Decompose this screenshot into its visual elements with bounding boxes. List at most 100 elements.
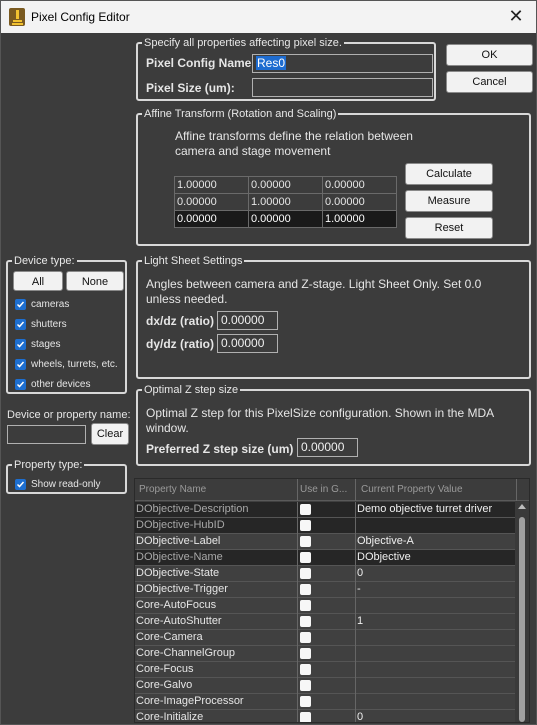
- device-type-legend: Device type:: [12, 254, 77, 268]
- matrix-cell[interactable]: 0.00000: [322, 193, 397, 211]
- wheels-turrets-checkbox[interactable]: [15, 359, 26, 370]
- other-devices-checkbox[interactable]: [15, 379, 26, 390]
- show-readonly-checkbox[interactable]: [15, 479, 26, 490]
- matrix-cell[interactable]: 1.00000: [248, 193, 323, 211]
- use-in-group-checkbox[interactable]: [300, 648, 311, 659]
- scrollbar-thumb[interactable]: [519, 517, 525, 722]
- property-table-scrollbar[interactable]: [515, 501, 529, 722]
- z-step-legend: Optimal Z step size: [142, 383, 241, 397]
- table-row[interactable]: Core-Focus: [135, 662, 517, 678]
- table-row[interactable]: DObjective-State 0: [135, 566, 517, 582]
- use-in-group-checkbox[interactable]: [300, 680, 311, 691]
- dydz-label: dy/dz (ratio): [146, 337, 214, 351]
- pixel-config-name-label: Pixel Config Name:: [146, 56, 256, 70]
- preferred-z-step-label: Preferred Z step size (um): [146, 442, 294, 456]
- filter-field[interactable]: [7, 425, 86, 444]
- matrix-cell[interactable]: 0.00000: [248, 176, 323, 194]
- use-in-group-checkbox[interactable]: [300, 616, 311, 627]
- table-row[interactable]: DObjective-Description Demo objective tur…: [135, 502, 517, 518]
- use-in-group-checkbox[interactable]: [300, 584, 311, 595]
- close-icon[interactable]: ✕: [506, 6, 526, 26]
- property-table[interactable]: Property Name Use in G... Current Proper…: [134, 478, 530, 723]
- use-in-group-checkbox[interactable]: [300, 552, 311, 563]
- affine-legend: Affine Transform (Rotation and Scaling): [142, 107, 339, 121]
- window-title: Pixel Config Editor: [31, 10, 130, 24]
- use-in-group-checkbox[interactable]: [300, 632, 311, 643]
- property-table-header: Property Name Use in G... Current Proper…: [135, 479, 529, 501]
- light-sheet-description-line1: Angles between camera and Z-stage. Light…: [146, 277, 482, 291]
- ok-button[interactable]: OK: [446, 44, 533, 66]
- stages-checkbox[interactable]: [15, 339, 26, 350]
- matrix-cell[interactable]: 0.00000: [322, 176, 397, 194]
- use-in-group-checkbox[interactable]: [300, 568, 311, 579]
- matrix-cell[interactable]: 0.00000: [248, 210, 323, 228]
- microscope-icon: [9, 8, 25, 26]
- property-type-legend: Property type:: [12, 458, 85, 472]
- affine-matrix-table[interactable]: 1.00000 0.00000 0.00000 0.00000 1.00000 …: [174, 176, 397, 228]
- pixel-size-group: Specify all properties affecting pixel s…: [136, 36, 436, 101]
- z-step-description-line1: Optimal Z step for this PixelSize config…: [146, 406, 495, 420]
- pixel-config-editor-window: Pixel Config Editor ✕ Specify all proper…: [0, 0, 537, 725]
- dxdz-field[interactable]: 0.00000: [217, 311, 278, 330]
- z-step-group: Optimal Z step size Optimal Z step for t…: [136, 383, 531, 466]
- table-row[interactable]: Core-Camera: [135, 630, 517, 646]
- shutters-checkbox[interactable]: [15, 319, 26, 330]
- affine-transform-group: Affine Transform (Rotation and Scaling) …: [136, 107, 531, 246]
- clear-filter-button[interactable]: Clear: [91, 423, 129, 445]
- matrix-cell[interactable]: 1.00000: [174, 176, 249, 194]
- use-in-group-checkbox[interactable]: [300, 600, 311, 611]
- column-header-current-value[interactable]: Current Property Value: [361, 484, 511, 495]
- cameras-checkbox[interactable]: [15, 299, 26, 310]
- table-row[interactable]: Core-ImageProcessor: [135, 694, 517, 710]
- use-in-group-checkbox[interactable]: [300, 664, 311, 675]
- property-type-group: Property type: Show read-only: [6, 458, 127, 494]
- pixel-size-field[interactable]: [252, 78, 433, 97]
- device-type-group: Device type: All None cameras shutters s…: [6, 254, 127, 394]
- use-in-group-checkbox[interactable]: [300, 504, 311, 515]
- no-devices-button[interactable]: None: [66, 271, 124, 291]
- use-in-group-checkbox[interactable]: [300, 520, 311, 531]
- wheels-turrets-label: wheels, turrets, etc.: [31, 359, 118, 370]
- dialog-content: Specify all properties affecting pixel s…: [1, 33, 536, 724]
- use-in-group-checkbox[interactable]: [300, 536, 311, 547]
- table-row[interactable]: Core-ChannelGroup: [135, 646, 517, 662]
- shutters-label: shutters: [31, 319, 67, 330]
- table-row[interactable]: Core-AutoShutter 1: [135, 614, 517, 630]
- table-row[interactable]: DObjective-Name DObjective: [135, 550, 517, 566]
- cancel-button[interactable]: Cancel: [446, 71, 533, 93]
- pixel-config-name-field[interactable]: Res0: [252, 54, 433, 73]
- table-row[interactable]: DObjective-HubID: [135, 518, 517, 534]
- table-row[interactable]: Core-Initialize 0: [135, 710, 517, 722]
- all-devices-button[interactable]: All: [13, 271, 63, 291]
- stages-label: stages: [31, 339, 61, 350]
- scroll-up-icon[interactable]: [518, 504, 526, 509]
- light-sheet-group: Light Sheet Settings Angles between came…: [136, 254, 531, 379]
- light-sheet-description-line2: unless needed.: [146, 292, 228, 306]
- calculate-button[interactable]: Calculate: [405, 163, 493, 185]
- use-in-group-checkbox[interactable]: [300, 696, 311, 707]
- matrix-cell[interactable]: 0.00000: [174, 210, 249, 228]
- table-row[interactable]: DObjective-Label Objective-A: [135, 534, 517, 550]
- table-row[interactable]: Core-AutoFocus: [135, 598, 517, 614]
- dxdz-label: dx/dz (ratio): [146, 314, 214, 328]
- matrix-cell[interactable]: 1.00000: [322, 210, 397, 228]
- z-step-description-line2: window.: [146, 421, 189, 435]
- use-in-group-checkbox[interactable]: [300, 712, 311, 722]
- table-row[interactable]: DObjective-Trigger -: [135, 582, 517, 598]
- column-header-property-name[interactable]: Property Name: [139, 484, 294, 495]
- measure-button[interactable]: Measure: [405, 190, 493, 212]
- show-readonly-label: Show read-only: [31, 479, 101, 490]
- filter-label: Device or property name:: [7, 409, 131, 421]
- dydz-field[interactable]: 0.00000: [217, 334, 278, 353]
- reset-button[interactable]: Reset: [405, 217, 493, 239]
- title-bar: Pixel Config Editor ✕: [1, 1, 536, 33]
- light-sheet-legend: Light Sheet Settings: [142, 254, 245, 268]
- preferred-z-step-field[interactable]: 0.00000: [297, 438, 358, 457]
- affine-description-line2: camera and stage movement: [175, 144, 331, 158]
- other-devices-label: other devices: [31, 379, 91, 390]
- cameras-label: cameras: [31, 299, 70, 310]
- matrix-cell[interactable]: 0.00000: [174, 193, 249, 211]
- column-header-use-in-group[interactable]: Use in G...: [300, 484, 354, 495]
- affine-description-line1: Affine transforms define the relation be…: [175, 129, 413, 143]
- table-row[interactable]: Core-Galvo: [135, 678, 517, 694]
